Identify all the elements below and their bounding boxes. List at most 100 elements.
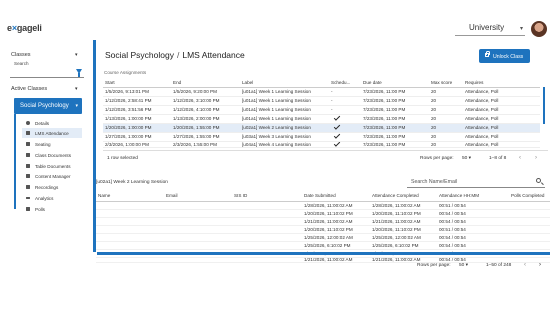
chevron-right-icon[interactable]: ›: [535, 155, 537, 161]
sidebar-item-polls[interactable]: Polls: [22, 204, 82, 214]
horizontal-scrollbar[interactable]: [97, 252, 550, 255]
search-name-email-input[interactable]: Search Name/Email: [407, 176, 545, 188]
search-icon[interactable]: [536, 178, 541, 183]
table-row[interactable]: 1/20/2026, 11:10:02 PM1/20/2026, 11:10:0…: [96, 225, 550, 234]
table-cell: 1/12/2026, 3:51:56 PM: [103, 105, 171, 115]
document-icon: [26, 164, 30, 168]
analytics-icon: [26, 197, 30, 199]
column-header[interactable]: Due date: [361, 78, 429, 88]
column-header[interactable]: Max score: [429, 78, 463, 88]
table-cell: 1/21/2026, 11:00:02 AM: [302, 217, 370, 226]
table-cell: [164, 241, 232, 250]
column-header[interactable]: Name: [96, 191, 164, 202]
table-cell: [u01a1] Week 1 Learning Session: [240, 114, 329, 124]
sidebar-item-details[interactable]: Details: [22, 118, 82, 128]
column-header[interactable]: End: [171, 78, 240, 88]
table-cell: [509, 201, 550, 210]
institution-select[interactable]: University ▾: [455, 22, 525, 36]
column-header[interactable]: Attendance HH:MM: [437, 191, 509, 202]
table-row[interactable]: 1/5/2026, 9:13:01 PM 1/5/2026, 9:20:00 PM…: [103, 87, 540, 97]
breadcrumb: Social Psychology / LMS Attendance: [105, 50, 245, 60]
active-classes-heading: Active Classes: [11, 86, 48, 92]
column-header[interactable]: Requires: [463, 78, 540, 88]
table-cell: 00:54 / 00:54: [437, 217, 509, 226]
assignments-table-container: Start End Label Schedu... Due date Max s…: [103, 78, 548, 148]
table-cell: 1/5/2026, 9:20:00 PM: [171, 87, 240, 97]
table-cell: [232, 209, 302, 218]
table-row[interactable]: 1/13/2026, 1:00:00 PM 1/13/2026, 2:00:00 …: [103, 114, 540, 124]
table-cell: Attendance, Poll: [463, 132, 540, 142]
engageli-logo[interactable]: e×gageli: [7, 23, 42, 33]
table-cell: 20: [429, 141, 463, 148]
table-row[interactable]: 1/12/2026, 2:58:41 PM 1/12/2026, 3:10:00 …: [103, 96, 540, 106]
sidebar-item-label: Table Documents: [35, 163, 71, 169]
table-cell: [232, 233, 302, 242]
table-row[interactable]: 1/28/2026, 11:00:02 AM 1/28/2026, 11:00:0…: [96, 201, 550, 210]
chevron-left-icon[interactable]: ‹: [519, 155, 521, 161]
sidebar-item-recordings[interactable]: Recordings: [22, 182, 82, 192]
column-header[interactable]: Schedu...: [329, 78, 361, 88]
table-cell: [96, 225, 164, 234]
table-cell: [96, 201, 164, 210]
table-row[interactable]: 1/25/2026, 6:10:02 PM 1/25/2026, 6:10:02 …: [96, 241, 550, 250]
table-row[interactable]: 1/12/2026, 3:51:56 PM 1/12/2026, 4:10:00 …: [103, 105, 540, 115]
table-header-row: Start End Label Schedu... Due date Max s…: [103, 78, 540, 88]
table-cell: [96, 233, 164, 242]
table-cell: [u04a1] Week 4 Learning Session: [240, 141, 329, 148]
chevron-left-icon[interactable]: ‹: [524, 262, 526, 268]
sidebar-item-seating[interactable]: Seating: [22, 139, 82, 149]
table-row[interactable]: 2/3/2026, 1:00:00 PM 2/3/2026, 1:55:00 PM…: [103, 141, 540, 148]
table-cell: 20: [429, 87, 463, 97]
table-cell: 1/13/2026, 2:00:00 PM: [171, 114, 240, 124]
unlock-class-button[interactable]: Unlock Class: [479, 49, 530, 63]
filter-icon[interactable]: [76, 69, 82, 77]
table-cell: 1/12/2026, 4:10:00 PM: [171, 105, 240, 115]
course-assignments-label: Course Assignments: [104, 70, 147, 75]
table-cell: [164, 225, 232, 234]
table-row[interactable]: 1/20/2026, 11:10:02 PM1/20/2026, 11:10:0…: [96, 209, 550, 218]
column-header[interactable]: Attendance Completed: [370, 191, 437, 202]
avatar[interactable]: [531, 21, 547, 37]
table-cell: 1/20/2026, 1:55:00 PM: [171, 123, 240, 133]
column-header[interactable]: SIS ID: [232, 191, 302, 202]
sidebar-item-class-documents[interactable]: Class Documents: [22, 150, 82, 160]
column-header[interactable]: Label: [240, 78, 329, 88]
table-cell: 1/20/2026, 11:10:02 PM: [302, 225, 370, 234]
table-row[interactable]: 1/20/2026, 1:00:00 PM 1/20/2026, 1:55:00 …: [103, 123, 540, 133]
table-row[interactable]: 1/25/2026, 12:00:02 AM 1/25/2026, 12:00:0…: [96, 233, 550, 242]
table-cell: 7/23/2026, 11:00 PM: [361, 123, 429, 133]
pagination-range: 1–50 of 248: [486, 263, 512, 268]
column-header[interactable]: Email: [164, 191, 232, 202]
course-selector[interactable]: Social Psychology ▾: [14, 98, 82, 114]
sidebar-item-table-documents[interactable]: Table Documents: [22, 161, 82, 171]
chevron-down-icon[interactable]: ▾: [75, 52, 78, 58]
table-cell: [232, 225, 302, 234]
table-cell: 7/23/2026, 11:00 PM: [361, 114, 429, 124]
column-header[interactable]: Start: [103, 78, 171, 88]
classes-heading: Classes: [11, 52, 31, 58]
column-header[interactable]: Date Submitted: [302, 191, 370, 202]
table-cell: [u02a1] Week 2 Learning Session: [240, 123, 329, 133]
class-search-input[interactable]: [10, 68, 84, 78]
breadcrumb-course[interactable]: Social Psychology: [105, 50, 174, 60]
rows-per-page-select[interactable]: 50 ▾: [462, 156, 471, 161]
chevron-right-icon[interactable]: ›: [539, 262, 541, 268]
chevron-down-icon: ▾: [75, 103, 78, 109]
column-header[interactable]: Polls Completed: [509, 191, 550, 202]
vertical-scrollbar[interactable]: [543, 87, 545, 124]
chevron-down-icon[interactable]: ▾: [75, 86, 78, 92]
sidebar-item-label: Class Documents: [35, 152, 71, 158]
table-row[interactable]: 1/27/2026, 1:00:00 PM 1/27/2026, 1:55:00 …: [103, 132, 540, 142]
table-row[interactable]: 1/21/2026, 11:00:02 AM 1/21/2026, 11:00:0…: [96, 217, 550, 226]
selection-count: 1 row selected: [107, 156, 138, 161]
details-icon: [26, 121, 30, 125]
rows-per-page-select[interactable]: 50 ▾: [459, 263, 468, 268]
sidebar-item-lms-attendance[interactable]: LMS Attendance: [22, 128, 82, 138]
sidebar-item-content-manager[interactable]: Content Manager: [22, 171, 82, 181]
scheduled-cell: [329, 123, 361, 133]
sidebar-item-analytics[interactable]: Analytics: [22, 193, 82, 203]
seating-icon: [26, 142, 30, 146]
assignments-footer: 1 row selected Rows per page: 50 ▾ 1–8 o…: [103, 150, 548, 164]
table-cell: 1/20/2026, 11:10:02 PM: [370, 225, 437, 234]
table-cell: 1/27/2026, 1:00:00 PM: [103, 132, 171, 142]
